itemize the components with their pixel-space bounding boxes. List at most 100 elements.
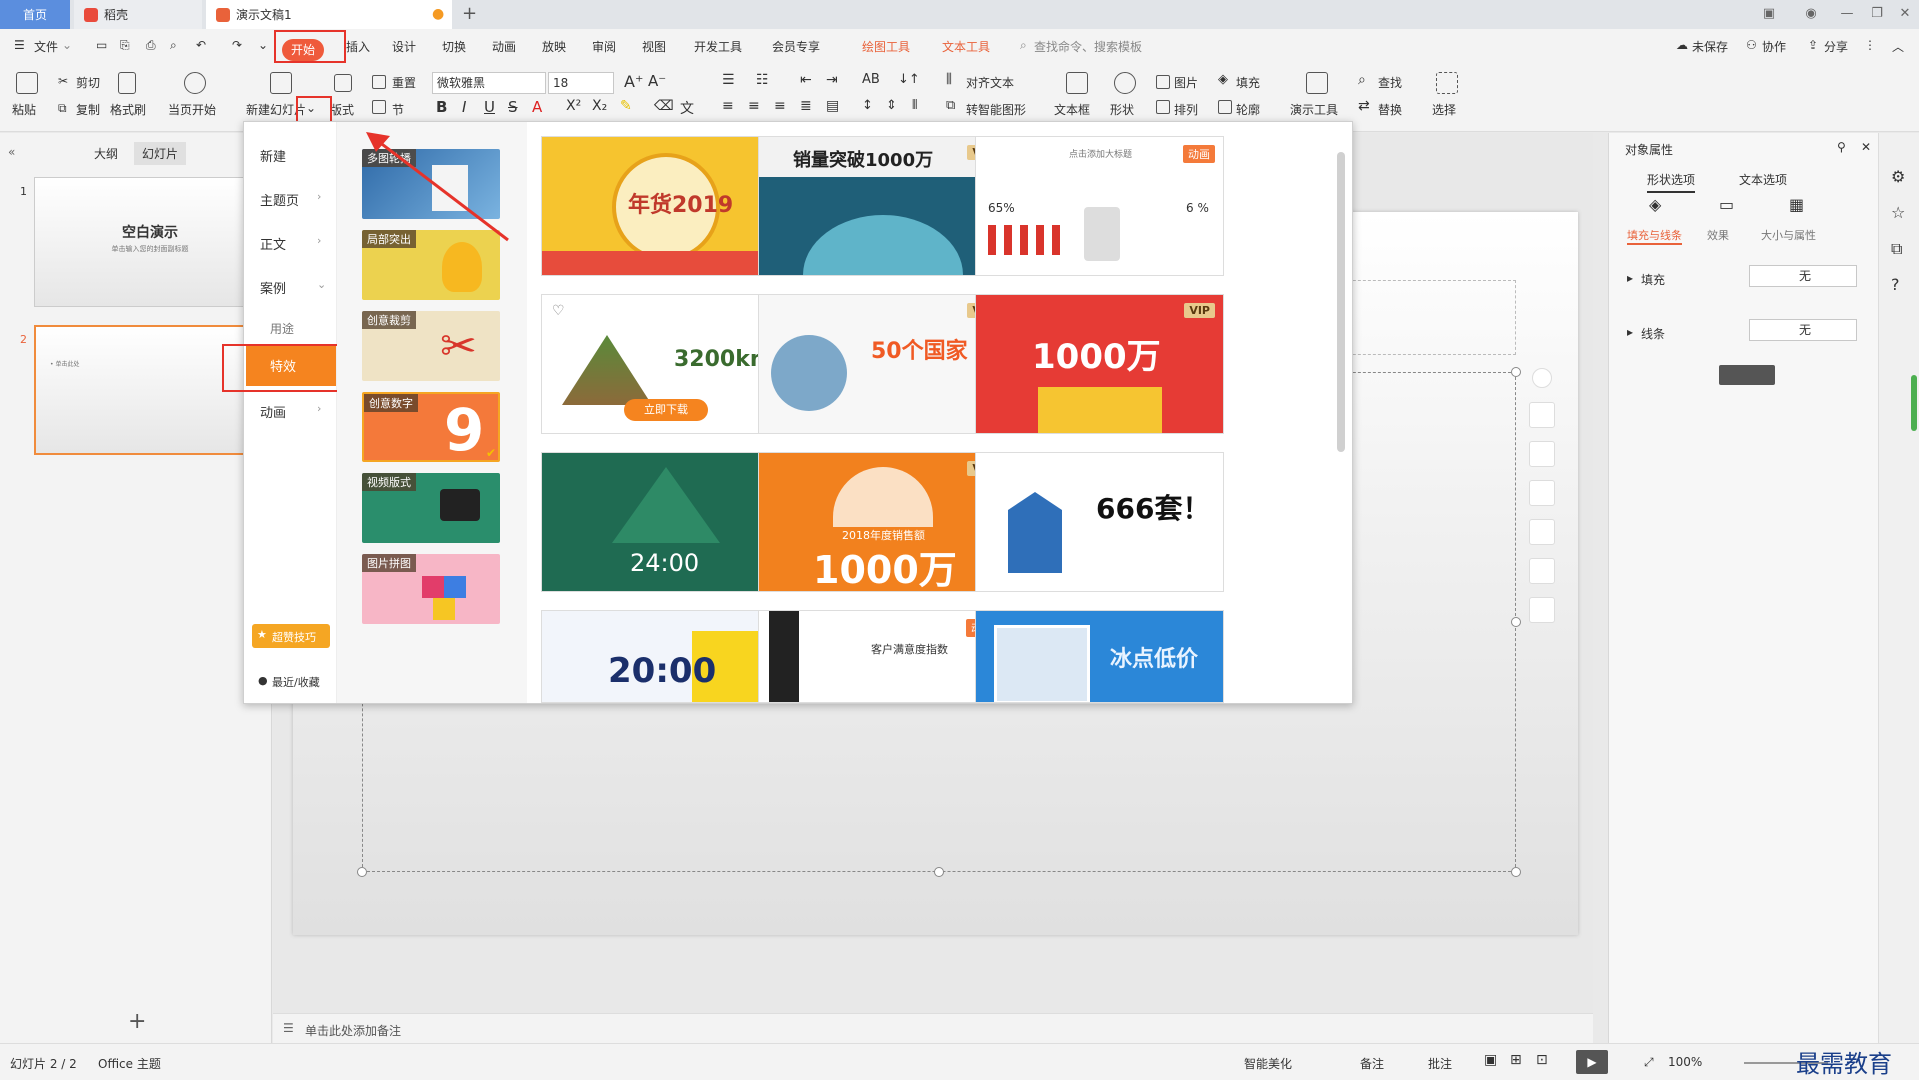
numbered-list-icon[interactable]: ☷: [756, 72, 769, 88]
template-card[interactable]: 1000万 VIP: [975, 294, 1224, 434]
align-left-icon[interactable]: ≡: [722, 98, 734, 114]
add-slide-button[interactable]: +: [128, 1009, 146, 1034]
reading-view-icon[interactable]: ⊡: [1536, 1052, 1548, 1068]
play-slideshow-button[interactable]: ▶: [1576, 1050, 1608, 1074]
recent-favorites[interactable]: 最近/收藏: [272, 674, 320, 690]
menu-review[interactable]: 审阅: [592, 38, 616, 55]
notes-placeholder[interactable]: 单击此处添加备注: [305, 1022, 401, 1039]
text-style-icon[interactable]: [1529, 597, 1555, 623]
shape-icon[interactable]: [1114, 72, 1136, 94]
menu-view[interactable]: 视图: [642, 38, 666, 55]
menu-drawing-tools[interactable]: 绘图工具: [862, 38, 910, 55]
template-card[interactable]: 20:00: [541, 610, 790, 703]
textbox-icon[interactable]: [1066, 72, 1088, 94]
redo-icon[interactable]: ↷: [232, 38, 242, 52]
collapse-ribbon-icon[interactable]: ︿: [1892, 38, 1904, 55]
increase-font-icon[interactable]: A⁺: [624, 72, 643, 91]
presentation-tools-icon[interactable]: [1306, 72, 1328, 94]
italic-icon[interactable]: I: [462, 98, 466, 116]
expand-icon[interactable]: ▸: [1627, 325, 1633, 339]
pin-icon[interactable]: ⚲: [1837, 140, 1846, 154]
underline-icon[interactable]: U: [484, 98, 495, 116]
star-icon[interactable]: ☆: [1891, 203, 1905, 222]
subscript-icon[interactable]: X₂: [592, 98, 607, 114]
notes-toggle[interactable]: 备注: [1360, 1055, 1384, 1072]
menu-animation[interactable]: 动画: [492, 38, 516, 55]
line-select[interactable]: 无: [1749, 319, 1857, 341]
copy-icon[interactable]: ⧉: [1891, 239, 1902, 259]
new-slide-icon[interactable]: [270, 72, 292, 94]
tab-slides[interactable]: 幻灯片: [134, 142, 187, 165]
line-spacing-icon[interactable]: ↕: [862, 98, 873, 113]
tab-text-options[interactable]: 文本选项: [1739, 171, 1787, 188]
find-icon[interactable]: ⌕: [1358, 72, 1366, 88]
sort-icon[interactable]: ↓↑: [898, 72, 920, 87]
command-search[interactable]: 查找命令、搜索模板: [1034, 38, 1142, 55]
layout-icon[interactable]: [334, 74, 352, 92]
menu-developer[interactable]: 开发工具: [694, 38, 742, 55]
scrollbar[interactable]: [1911, 375, 1917, 431]
sub-video-layout[interactable]: 视频版式: [362, 473, 500, 543]
presentation-tools-button[interactable]: 演示工具: [1290, 101, 1338, 118]
sub-image-puzzle[interactable]: 图片拼图: [362, 554, 500, 624]
brush-icon[interactable]: [118, 72, 136, 94]
normal-view-icon[interactable]: ▣: [1484, 1052, 1497, 1068]
layout-button[interactable]: 版式: [330, 101, 354, 118]
quick-access-dropdown-icon[interactable]: ⌄: [258, 38, 268, 52]
tab-document[interactable]: 演示文稿1 ●: [206, 0, 452, 29]
textbox-button[interactable]: 文本框: [1054, 101, 1090, 118]
template-card[interactable]: 50个国家 VIP: [758, 294, 1007, 434]
line-label[interactable]: 线条: [1641, 325, 1665, 342]
pen-icon[interactable]: [1529, 441, 1555, 467]
text-direction-icon[interactable]: AB: [862, 72, 880, 87]
format-painter-button[interactable]: 格式刷: [110, 101, 146, 118]
fill-line-icon[interactable]: ◈: [1649, 195, 1661, 214]
zoom-level[interactable]: 100%: [1668, 1055, 1702, 1069]
menu-design[interactable]: 设计: [392, 38, 416, 55]
scissors-icon[interactable]: ✂: [58, 74, 68, 88]
category-theme[interactable]: 主题页: [260, 190, 299, 209]
fit-icon[interactable]: ⤢: [1644, 1055, 1654, 1070]
fill-select[interactable]: 无: [1749, 265, 1857, 287]
restore-icon[interactable]: ❐: [1866, 5, 1888, 23]
align-right-icon[interactable]: ≡: [774, 98, 786, 114]
tab-daoke[interactable]: 稻壳: [74, 0, 202, 29]
properties-icon[interactable]: ⚙: [1891, 167, 1905, 186]
select-icon[interactable]: [1436, 72, 1458, 94]
gallery-scrollbar[interactable]: [1337, 152, 1345, 452]
font-color-icon[interactable]: A: [532, 98, 542, 116]
template-card[interactable]: 666套！: [975, 452, 1224, 592]
arrange-button[interactable]: 排列: [1174, 101, 1198, 118]
help-icon[interactable]: ?: [1891, 275, 1900, 294]
cut-button[interactable]: 剪切: [76, 74, 100, 91]
subtab-size[interactable]: 大小与属性: [1761, 227, 1816, 243]
tab-outline[interactable]: 大纲: [94, 145, 118, 162]
template-card[interactable]: 冰点低价: [975, 610, 1224, 703]
share-button[interactable]: 分享: [1824, 38, 1848, 55]
menu-transition[interactable]: 切换: [442, 38, 466, 55]
fill-label[interactable]: 填充: [1641, 271, 1665, 288]
file-menu[interactable]: 文件: [34, 38, 58, 55]
column-icon[interactable]: ⫴: [912, 98, 917, 113]
export-icon[interactable]: ⎘: [120, 38, 130, 53]
hamburger-icon[interactable]: ☰: [14, 38, 25, 52]
size-icon[interactable]: ▦: [1789, 195, 1804, 214]
fill-button[interactable]: 填充: [1236, 74, 1260, 91]
align-center-icon[interactable]: ≡: [748, 98, 760, 114]
outline-button[interactable]: 轮廓: [1236, 101, 1260, 118]
slide-thumbnail-1[interactable]: 空白演示 单击输入您的封面副标题: [34, 177, 264, 307]
menu-text-tools[interactable]: 文本工具: [942, 38, 990, 55]
increase-indent-icon[interactable]: ⇥: [826, 72, 838, 88]
subtab-effect[interactable]: 效果: [1707, 227, 1729, 243]
category-animation[interactable]: 动画: [260, 402, 286, 421]
tab-home[interactable]: 首页: [0, 0, 70, 29]
subtab-fill-line[interactable]: 填充与线条: [1627, 227, 1682, 245]
section-button[interactable]: 节: [392, 101, 404, 118]
template-card[interactable]: 24:00: [541, 452, 790, 592]
sub-creative-number[interactable]: 创意数字 9 ✔: [362, 392, 500, 462]
lightbulb-icon[interactable]: [1529, 558, 1555, 584]
justify-icon[interactable]: ≣: [800, 98, 812, 114]
undo-icon[interactable]: ↶: [196, 38, 206, 52]
chevron-down-icon[interactable]: ⌄: [62, 38, 72, 52]
template-card[interactable]: 年货2019: [541, 136, 790, 276]
